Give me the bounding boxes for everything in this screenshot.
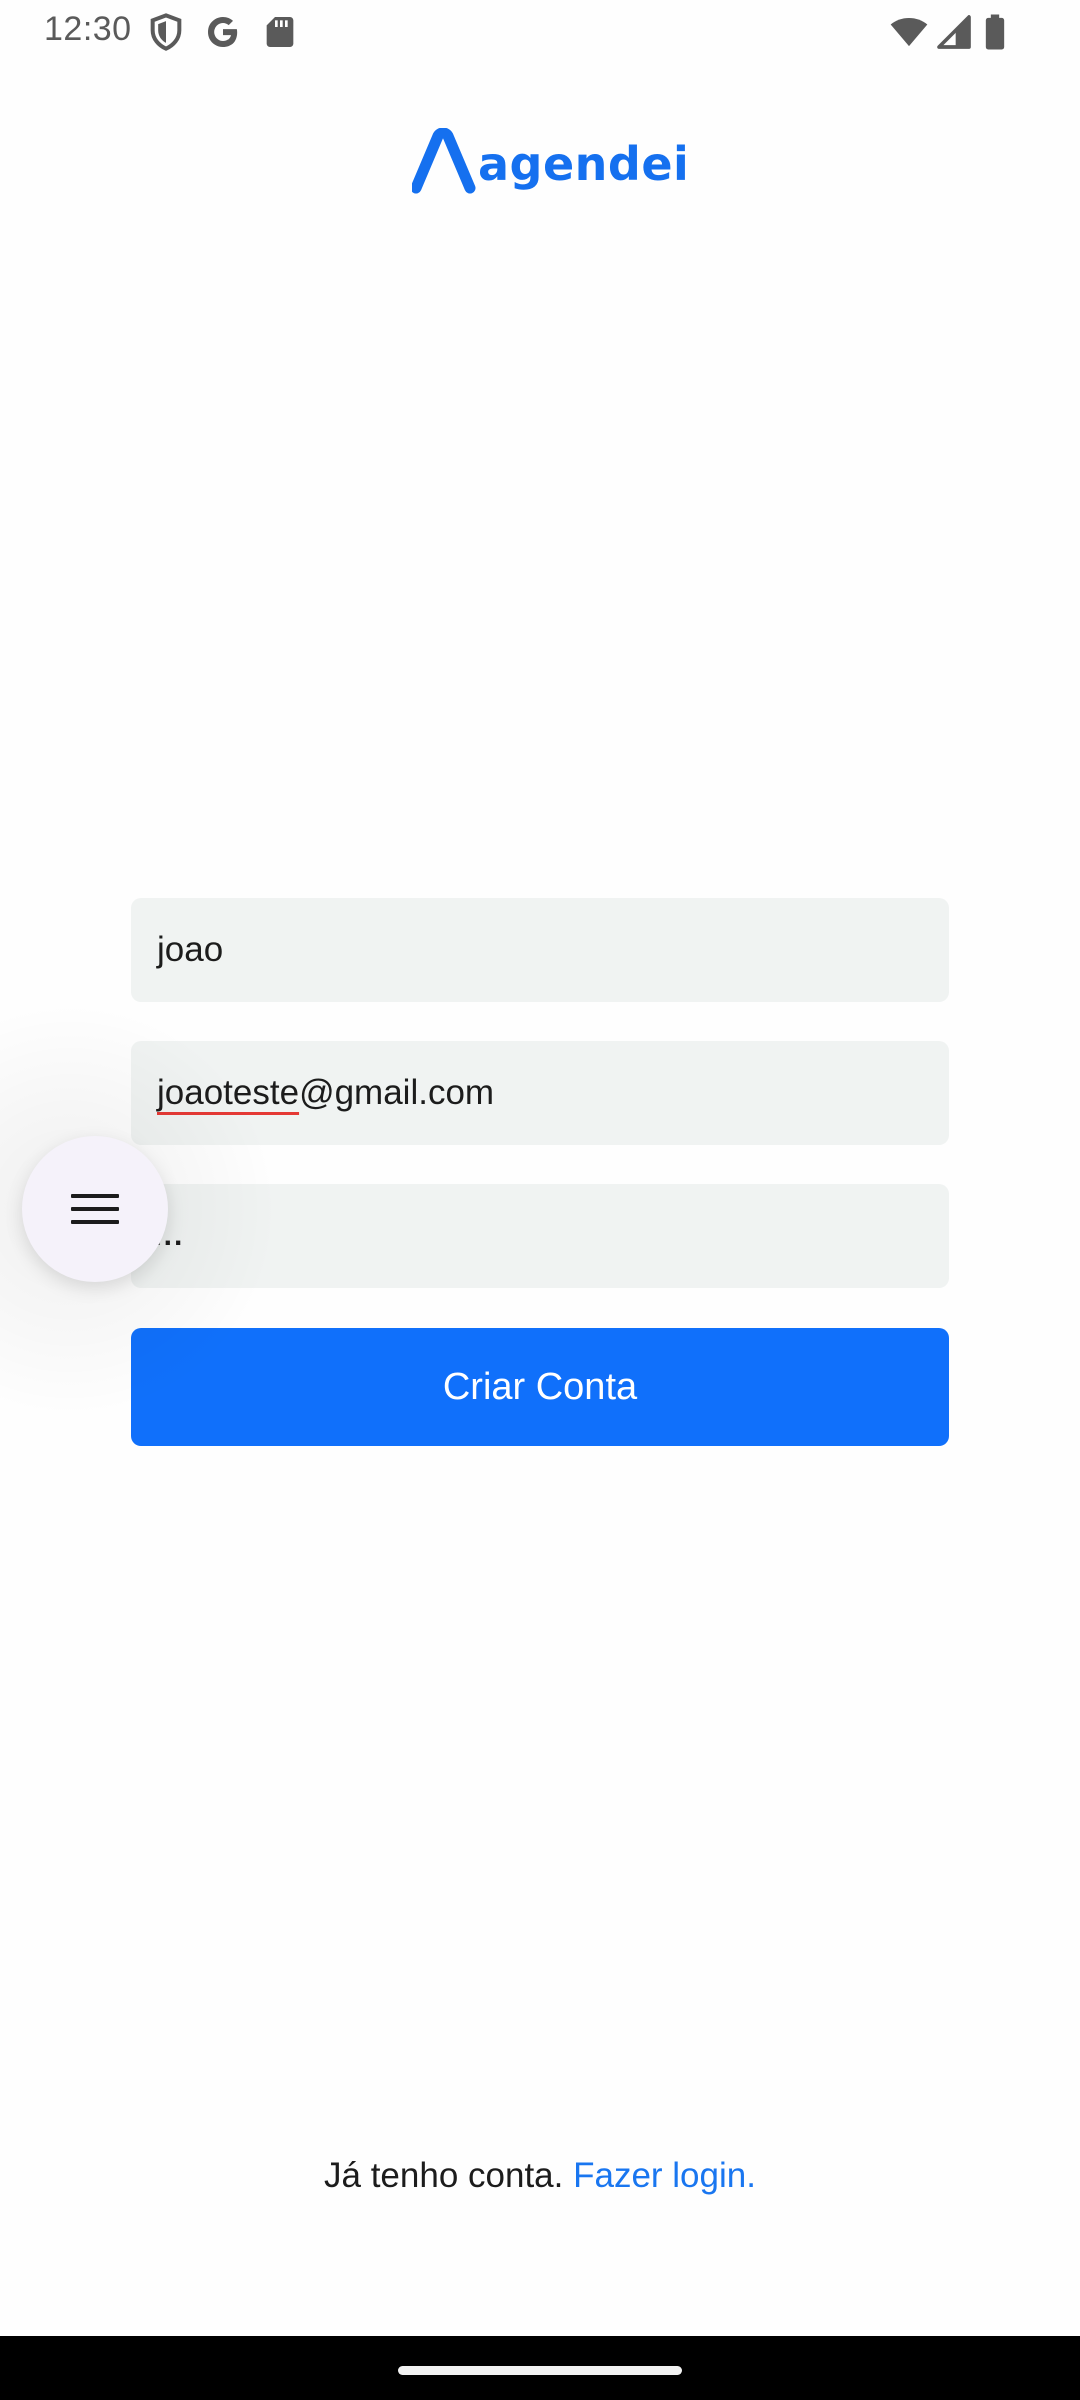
signup-screen: 12:30 agendei joao joaoteste @gmail.com …: [0, 0, 1080, 2400]
name-field-value: joao: [157, 930, 224, 969]
email-domain-segment: @gmail.com: [299, 1073, 495, 1112]
menu-icon: [69, 1189, 121, 1229]
email-field[interactable]: joaoteste @gmail.com: [131, 1041, 949, 1145]
system-navigation-bar: [0, 2336, 1080, 2400]
google-icon: [203, 12, 243, 52]
logo-text: agendei: [478, 137, 690, 191]
sd-card-icon: [260, 12, 300, 52]
app-logo: agendei: [412, 126, 689, 196]
wifi-icon: [889, 12, 929, 52]
email-misspelled-segment: joaoteste: [157, 1073, 300, 1112]
login-link[interactable]: Fazer login.: [573, 2156, 756, 2195]
floating-menu-button[interactable]: [22, 1136, 168, 1282]
login-prompt: Já tenho conta. Fazer login.: [0, 2156, 1080, 2196]
battery-icon: [975, 12, 1015, 52]
password-field[interactable]: ....: [131, 1184, 949, 1288]
cell-signal-icon: [934, 12, 974, 52]
status-bar: 12:30: [0, 0, 1080, 64]
status-time: 12:30: [44, 10, 132, 48]
shield-icon: [146, 12, 186, 52]
logo-a-mark-icon: [412, 128, 476, 194]
home-gesture-handle[interactable]: [398, 2366, 682, 2375]
name-field[interactable]: joao: [131, 898, 949, 1002]
create-account-button[interactable]: Criar Conta: [131, 1328, 949, 1446]
login-prompt-text: Já tenho conta.: [324, 2156, 564, 2195]
